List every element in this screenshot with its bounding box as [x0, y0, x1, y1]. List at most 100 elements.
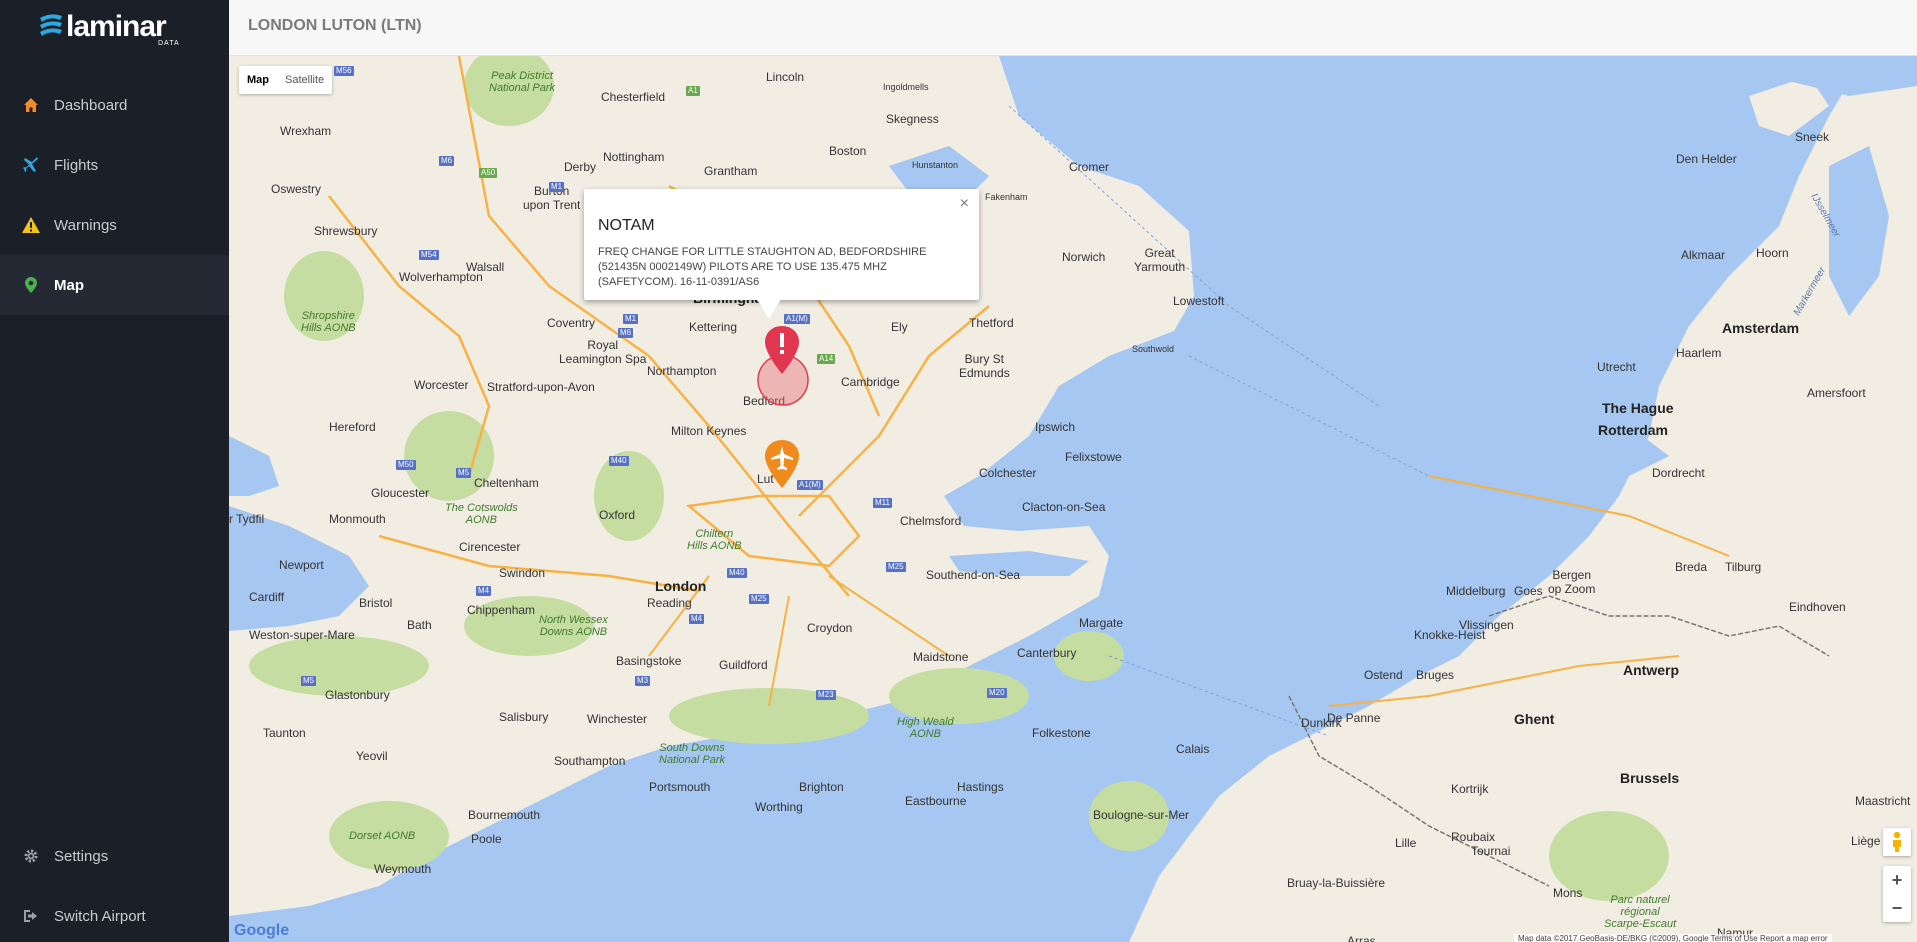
place-label: Southampton	[554, 754, 626, 768]
place-label: Brighton	[799, 780, 844, 794]
place-label: Royal Leamington Spa	[559, 338, 647, 366]
place-label: Croydon	[807, 621, 853, 635]
place-label: Eindhoven	[1789, 600, 1846, 614]
place-label: Colchester	[979, 466, 1037, 480]
place-label: Nottingham	[603, 150, 665, 164]
place-label: Felixstowe	[1065, 450, 1122, 464]
close-icon[interactable]: ×	[960, 195, 969, 213]
airport-marker-icon[interactable]	[762, 438, 802, 490]
road-shield: A14	[817, 354, 836, 364]
warning-icon	[22, 216, 40, 234]
place-label: Den Helder	[1676, 152, 1737, 166]
place-label: Amersfoort	[1807, 386, 1866, 400]
park-label: Dorset AONB	[349, 830, 416, 842]
nav-item-warnings[interactable]: Warnings	[0, 195, 229, 255]
place-label: Lowestoft	[1173, 294, 1225, 308]
place-label: Fakenham	[985, 192, 1028, 202]
place-label: Worthing	[755, 800, 803, 814]
bottom-nav: Settings Switch Airport	[0, 826, 229, 942]
road-shield: M25	[886, 562, 906, 572]
place-label: Lincoln	[766, 70, 805, 84]
brand-logo[interactable]: laminar DATA	[38, 8, 188, 50]
place-label: Poole	[471, 832, 502, 846]
road-shield: M6	[618, 328, 634, 338]
nav-item-map[interactable]: Map	[0, 255, 229, 315]
place-label: Kettering	[689, 320, 738, 334]
road-shield: M1	[549, 182, 565, 192]
place-label: Southend-on-Sea	[926, 568, 1021, 582]
place-label: Bruay-la-Buissière	[1287, 876, 1386, 890]
place-label: Salisbury	[499, 710, 549, 724]
place-label: Southwold	[1132, 344, 1175, 354]
place-label: Dordrecht	[1652, 466, 1705, 480]
place-label: Goes	[1514, 584, 1543, 598]
place-label: Cambridge	[841, 375, 900, 389]
park-label: Peak District National Park	[489, 70, 556, 94]
place-label: Monmouth	[329, 512, 386, 526]
place-label: Ipswich	[1035, 420, 1076, 434]
place-label: Hunstanton	[912, 160, 959, 170]
road-shield: M4	[476, 586, 492, 596]
google-logo[interactable]: Google	[234, 922, 289, 940]
place-label: Calais	[1176, 742, 1210, 756]
nav-item-settings[interactable]: Settings	[0, 826, 229, 886]
top-header: LONDON LUTON (LTN)	[229, 0, 1917, 56]
map-canvas[interactable]: Birmingham London Amsterdam Rotterdam Th…	[229, 56, 1917, 942]
place-label: Glastonbury	[325, 688, 390, 702]
nav-item-dashboard[interactable]: Dashboard	[0, 75, 229, 135]
park-label: Chiltern Hills AONB	[687, 528, 742, 552]
map-type-control: Map Satellite	[239, 66, 333, 94]
place-label: Gloucester	[371, 486, 430, 500]
road-shield: M40	[727, 568, 747, 578]
place-label: Chippenham	[467, 603, 536, 617]
zoom-out-button[interactable]: −	[1883, 894, 1911, 922]
place-label: Tilburg	[1725, 560, 1762, 574]
place-label: Bury St Edmunds	[959, 352, 1010, 380]
page-title: LONDON LUTON (LTN)	[248, 17, 422, 34]
notam-popup: × NOTAM FREQ CHANGE FOR LITTLE STAUGHTON…	[584, 189, 979, 300]
map-type-map-button[interactable]: Map	[239, 66, 277, 94]
place-label: De Panne	[1327, 711, 1381, 725]
brand-sub: DATA	[158, 40, 180, 47]
park-label: Parc naturel régional Scarpe-Escaut	[1604, 894, 1677, 930]
place-label: Ghent	[1514, 711, 1555, 727]
road-shield: M3	[635, 676, 651, 686]
place-label: Hastings	[957, 780, 1004, 794]
place-label: Ingoldmells	[883, 82, 929, 92]
app-root: laminar DATA Dashboard Flights Warnings …	[0, 0, 1917, 942]
place-label: Breda	[1675, 560, 1708, 574]
place-label: Boston	[829, 144, 867, 158]
place-label: Taunton	[263, 726, 306, 740]
zoom-in-button[interactable]: +	[1883, 866, 1911, 894]
place-label: Cromer	[1069, 160, 1110, 174]
place-label: Margate	[1079, 616, 1124, 630]
place-label: Ostend	[1364, 668, 1403, 682]
park-label: Shropshire Hills AONB	[301, 310, 356, 334]
road-shield: M56	[334, 66, 354, 76]
map-type-satellite-button[interactable]: Satellite	[277, 66, 332, 94]
nav-item-flights[interactable]: Flights	[0, 135, 229, 195]
place-label: Cheltenham	[474, 476, 539, 490]
place-label: Cardiff	[249, 590, 285, 604]
map-pin-icon	[22, 276, 40, 294]
place-label: Stratford-upon-Avon	[487, 380, 595, 394]
place-label: Norwich	[1062, 250, 1106, 264]
warning-marker-icon[interactable]	[762, 324, 802, 376]
road-shield: M4	[689, 614, 705, 624]
street-view-pegman-icon[interactable]	[1883, 828, 1911, 856]
map-attribution[interactable]: Map data ©2017 GeoBasis-DE/BKG (©2009), …	[1514, 934, 1832, 942]
place-label: Chelmsford	[900, 514, 962, 528]
nav-item-switch-airport[interactable]: Switch Airport	[0, 886, 229, 942]
road-shield: M11	[873, 498, 892, 508]
road-shield: M23	[816, 690, 836, 700]
road-shield: A50	[479, 168, 498, 178]
park-label: High Weald AONB	[897, 716, 954, 740]
place-label: Clacton-on-Sea	[1022, 500, 1106, 514]
nav-label: Dashboard	[54, 96, 128, 114]
place-label: Chesterfield	[601, 90, 666, 104]
place-label: Swindon	[499, 566, 546, 580]
road-shield: A1(M)	[784, 314, 810, 324]
place-label: Tournai	[1471, 844, 1511, 858]
place-label: Portsmouth	[649, 780, 711, 794]
plane-icon	[22, 156, 40, 174]
